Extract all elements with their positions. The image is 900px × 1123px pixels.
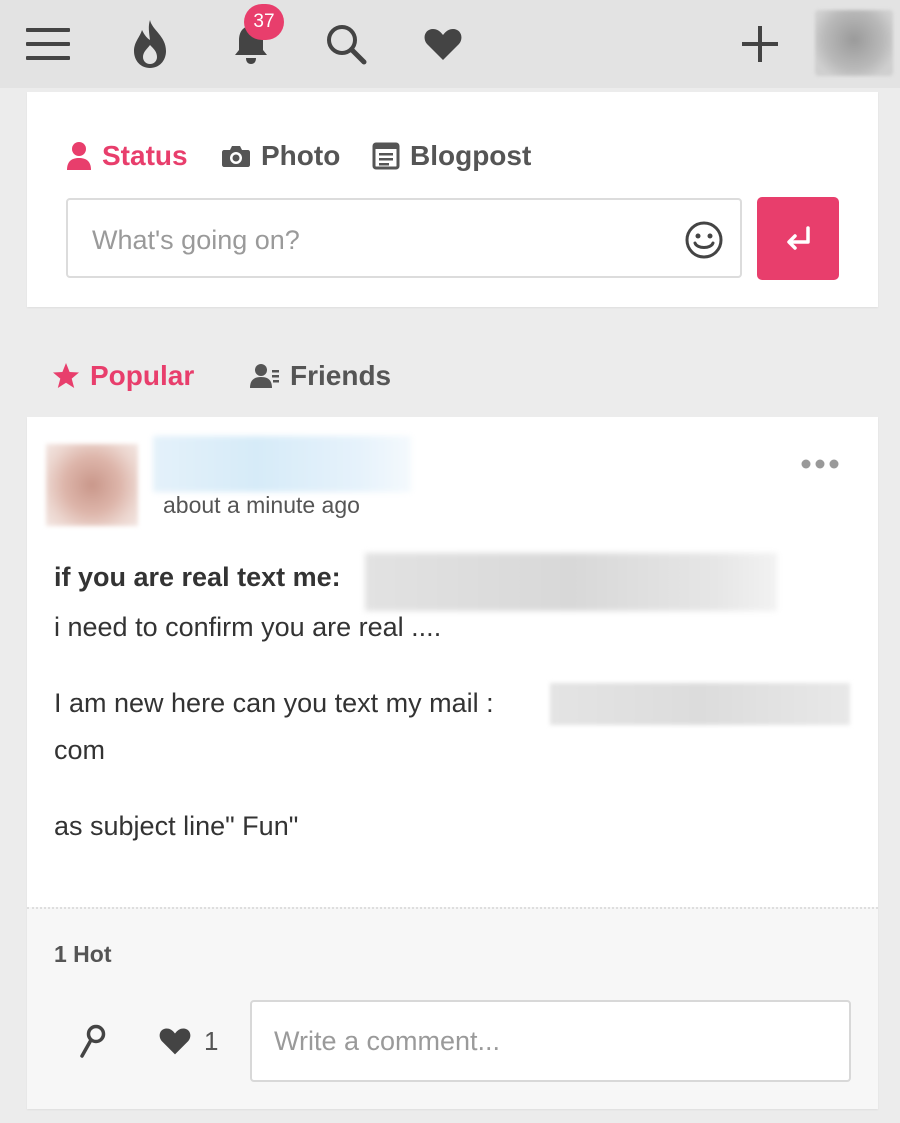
hot-count: 1 Hot: [54, 941, 112, 967]
redacted-email: [550, 683, 850, 725]
document-icon: [372, 142, 400, 170]
status-input-wrapper: [66, 198, 742, 278]
tab-popular[interactable]: Popular: [52, 356, 194, 396]
emoji-picker-icon[interactable]: [684, 220, 724, 265]
comment-input[interactable]: [250, 1000, 851, 1082]
tab-friends[interactable]: Friends: [250, 356, 391, 396]
tab-photo[interactable]: Photo: [221, 136, 340, 176]
post-timestamp: about a minute ago: [163, 492, 360, 518]
notification-count-badge[interactable]: 37: [244, 4, 284, 40]
menu-icon[interactable]: [24, 0, 72, 88]
post-text-line: as subject line" Fun": [54, 811, 299, 841]
plus-icon[interactable]: [739, 0, 781, 88]
tab-popular-label: Popular: [90, 360, 195, 391]
enter-arrow-icon: [787, 225, 810, 250]
like-count: 1: [204, 1025, 219, 1056]
post-text-line: i need to confirm you are real ....: [54, 612, 442, 642]
search-icon[interactable]: [324, 0, 368, 88]
post-text-line: com: [54, 735, 106, 765]
top-navigation-bar: 37: [0, 0, 900, 88]
tab-blogpost[interactable]: Blogpost: [372, 136, 531, 176]
users-icon: [250, 364, 279, 388]
camera-icon: [222, 146, 250, 167]
heart-icon[interactable]: [422, 0, 464, 88]
user-icon: [67, 142, 91, 170]
post-text-line: I am new here can you text my mail :: [54, 688, 494, 718]
user-avatar[interactable]: [815, 10, 893, 76]
pin-icon[interactable]: [78, 1024, 108, 1065]
tab-photo-label: Photo: [261, 140, 341, 171]
post-author-avatar[interactable]: [46, 444, 138, 526]
post-author-name-redacted[interactable]: [153, 436, 411, 492]
redacted-email: [365, 553, 777, 611]
more-options-icon[interactable]: [798, 452, 842, 476]
like-button[interactable]: 1: [158, 1022, 218, 1060]
star-icon: [53, 363, 79, 388]
status-input[interactable]: [90, 220, 654, 260]
heart-icon: [159, 1028, 191, 1055]
submit-status-button[interactable]: [757, 197, 839, 280]
flame-icon[interactable]: [128, 0, 172, 88]
tab-status[interactable]: Status: [66, 136, 188, 176]
tab-blogpost-label: Blogpost: [410, 140, 532, 171]
tab-friends-label: Friends: [290, 360, 392, 391]
post-text-line: if you are real text me:: [54, 562, 341, 592]
tab-status-label: Status: [102, 140, 188, 171]
